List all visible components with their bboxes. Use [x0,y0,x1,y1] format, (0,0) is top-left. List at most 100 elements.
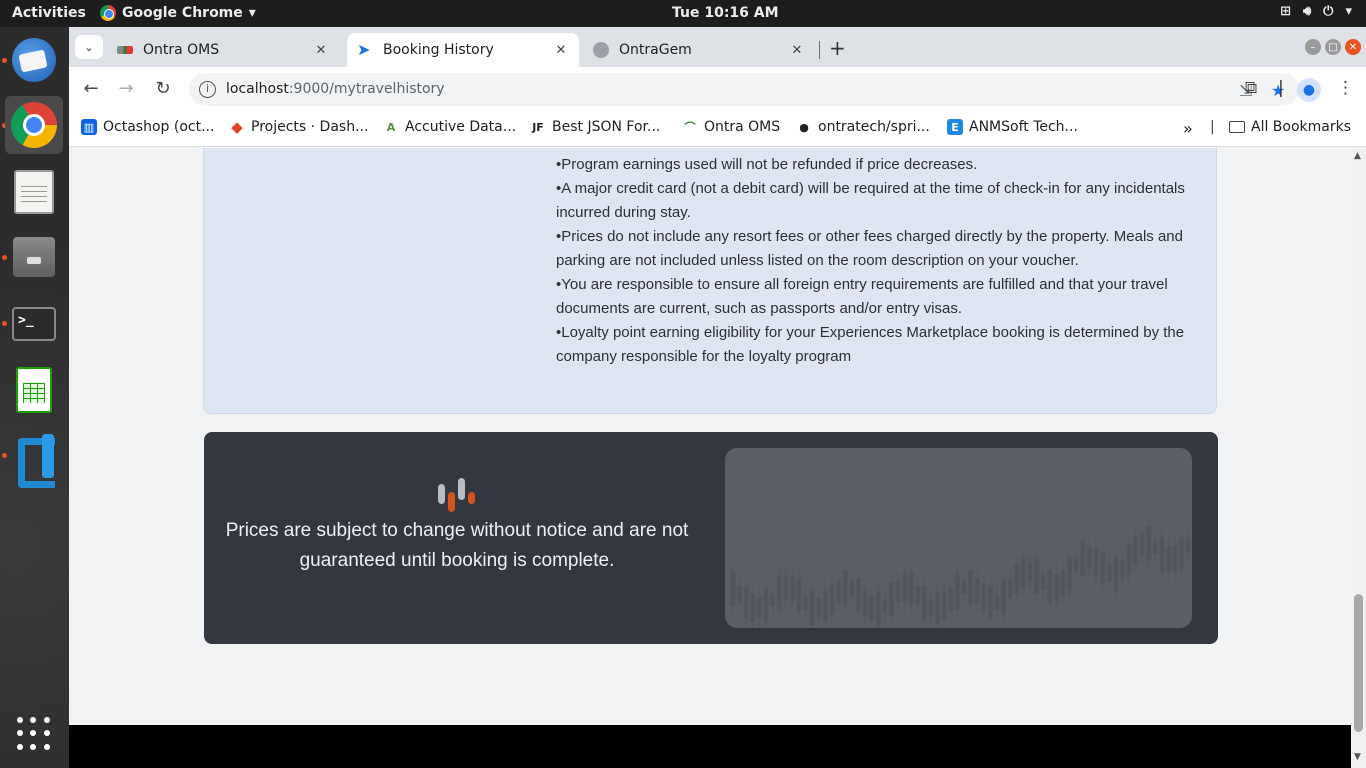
scrollbar-thumb[interactable] [1354,594,1363,732]
anmsoft-icon: E [947,119,963,135]
activities-button[interactable]: Activities [12,5,86,21]
close-window-button[interactable]: ✕ [1345,39,1361,55]
candle-body [1067,557,1073,591]
accutive-icon: A [386,120,396,134]
bookmarks-overflow-button[interactable]: » [1183,119,1193,138]
reload-button[interactable]: ↻ [151,78,175,102]
candle-body [1159,537,1165,572]
bookmark-label: ontratech/spri... [818,119,930,135]
close-icon[interactable]: ✕ [313,43,329,58]
spreadsheet-icon[interactable] [5,361,63,419]
tab-ontra-oms[interactable]: Ontra OMS ✕ [107,33,339,67]
candle-body [1100,552,1106,585]
tab-ontragem[interactable]: OntraGem ✕ [583,33,815,67]
candle-body [941,591,947,620]
thunderbird-icon[interactable] [5,31,63,89]
price-notice-text: Prices are subject to change without not… [225,520,689,571]
candle-body [875,591,881,625]
bookmark-item[interactable]: ⌒ Ontra OMS [682,119,781,135]
scroll-up-icon[interactable]: ▲ [1354,151,1361,161]
candle-body [1020,558,1026,589]
candle-body [882,599,888,612]
tab-search-button[interactable]: ⌄ [75,35,103,59]
stock-chart-image [725,448,1192,628]
candle-body [1146,526,1152,561]
bookmark-item[interactable]: JF Best JSON For... [530,119,660,135]
extensions-icon[interactable]: ⧉ [1245,78,1257,98]
page-footer [69,725,1351,768]
candle-body [822,590,828,621]
chevron-down-icon: ▾ [1345,4,1352,19]
clock[interactable]: Tue 10:16 AM [672,5,779,21]
candle-body [921,585,927,621]
policy-item: •Loyalty point earning eligibility for y… [556,324,1185,365]
system-tray[interactable]: ⊞ 🔊︎ ⏻ ▾ [1280,4,1352,19]
terminal-icon[interactable]: >_ [5,295,63,353]
scroll-down-icon[interactable]: ▼ [1354,752,1361,762]
policy-item: •Program earnings used will not be refun… [556,156,978,173]
toolbar-separator: | [1278,78,1284,98]
url-host: localhost [226,81,289,97]
candle-body [888,581,894,617]
profile-avatar-icon[interactable]: ● [1297,78,1321,102]
candle-body [776,575,782,610]
brand-logo-icon [438,478,478,514]
menu-kebab-icon[interactable]: ⋮ [1337,78,1354,98]
address-bar[interactable]: i localhost:9000/mytravelhistory ⇲ ★ [189,73,1299,106]
app-menu[interactable]: Google Chrome ▾ [100,5,256,21]
tab-strip: ⌄ Ontra OMS ✕ ➤ Booking History ✕ OntraG… [69,27,1366,67]
candle-body [1060,570,1066,596]
candle-body [1027,562,1033,583]
candle-body [770,593,776,606]
candle-body [809,590,815,626]
all-bookmarks-button[interactable]: All Bookmarks [1229,119,1351,135]
site-info-icon[interactable]: i [199,81,216,98]
candle-body [842,570,848,606]
back-button[interactable]: ← [79,78,103,102]
files-icon[interactable] [5,228,63,286]
vertical-scrollbar[interactable]: ▲ ▼ [1351,148,1366,768]
candle-body [1093,547,1099,577]
vscode-icon[interactable] [5,427,63,485]
policy-item: •A major credit card (not a debit card) … [556,180,1185,221]
candle-body [1139,533,1145,556]
chrome-icon[interactable] [5,96,63,154]
browser-toolbar: ← → ↻ i localhost:9000/mytravelhistory ⇲… [69,67,1366,112]
globe-icon [593,42,609,58]
minimize-button[interactable]: – [1305,39,1321,55]
bookmark-item[interactable]: E ANMSoft Tech... [947,119,1078,135]
tab-booking-history[interactable]: ➤ Booking History ✕ [347,33,579,67]
show-applications-icon[interactable] [17,717,51,751]
candle-body [902,573,908,602]
text-editor-icon[interactable] [5,163,63,221]
maximize-button[interactable]: □ [1325,39,1341,55]
candle-body [855,578,861,611]
price-notice-card: Prices are subject to change without not… [204,432,1218,644]
forward-button[interactable]: → [114,78,138,102]
bookmark-item[interactable]: ◆ Projects · Dash... [229,118,368,136]
candle-body [1113,556,1119,592]
power-icon: ⏻ [1323,4,1334,19]
bookmark-item[interactable]: ● ontratech/spri... [796,119,930,135]
bookmarks-bar: ▥ Octashop (oct... ◆ Projects · Dash... … [69,112,1366,147]
candle-body [1001,580,1007,615]
candle-body [961,581,967,594]
candle-body [1179,537,1185,571]
bookmark-item[interactable]: ▥ Octashop (oct... [81,119,214,135]
tab-title: OntraGem [619,42,692,58]
bookmark-label: Ontra OMS [704,119,781,135]
policy-card: •Program earnings used will not be refun… [203,148,1217,414]
url-text[interactable]: localhost:9000/mytravelhistory [226,81,445,97]
candle-body [730,571,736,607]
candle-body [1126,543,1132,576]
close-icon[interactable]: ✕ [789,43,805,58]
bookmark-item[interactable]: A Accutive Data... [383,119,516,135]
new-tab-button[interactable]: + [829,36,846,60]
gitlab-icon: ◆ [231,118,243,136]
candle-body [1034,558,1040,594]
candle-body [1080,541,1086,576]
candle-body [869,595,875,621]
candle-body [1007,578,1013,599]
close-icon[interactable]: ✕ [553,43,569,58]
folder-icon [1229,121,1245,133]
